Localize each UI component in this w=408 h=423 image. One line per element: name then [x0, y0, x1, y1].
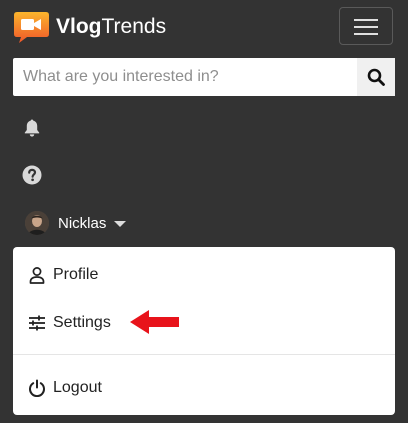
menu-item-profile[interactable]: Profile — [13, 253, 395, 297]
question-circle-icon[interactable] — [22, 165, 42, 185]
avatar-image — [25, 211, 49, 235]
sliders-icon — [29, 315, 45, 331]
bell-icon[interactable] — [22, 118, 42, 138]
user-name: Nicklas — [58, 214, 107, 232]
user-icon — [29, 267, 45, 284]
user-menu-toggle[interactable]: Nicklas — [25, 210, 127, 236]
menu-item-label: Settings — [53, 314, 111, 331]
menu-item-logout[interactable]: Logout — [13, 366, 395, 410]
video-camera-logo-icon — [14, 11, 49, 43]
brand-name-bold: Vlog — [56, 15, 102, 38]
search-icon — [367, 68, 385, 86]
menu-toggle-button[interactable] — [339, 7, 393, 45]
brand-logo[interactable]: VlogTrends — [13, 10, 166, 44]
brand-name-regular: Trends — [101, 15, 167, 38]
brand-name: VlogTrends — [56, 15, 166, 39]
menu-divider — [13, 354, 395, 355]
search-button[interactable] — [357, 58, 395, 96]
red-arrow-annotation-icon — [130, 310, 179, 334]
search-input[interactable] — [13, 58, 343, 96]
menu-item-label: Profile — [53, 266, 99, 283]
avatar — [25, 211, 49, 235]
menu-item-label: Logout — [53, 379, 102, 396]
user-dropdown-menu: Profile Settings Logout — [13, 247, 395, 415]
caret-down-icon — [114, 221, 127, 227]
power-icon — [29, 379, 45, 397]
menu-item-settings[interactable]: Settings — [13, 301, 395, 345]
search-bar — [13, 58, 395, 96]
